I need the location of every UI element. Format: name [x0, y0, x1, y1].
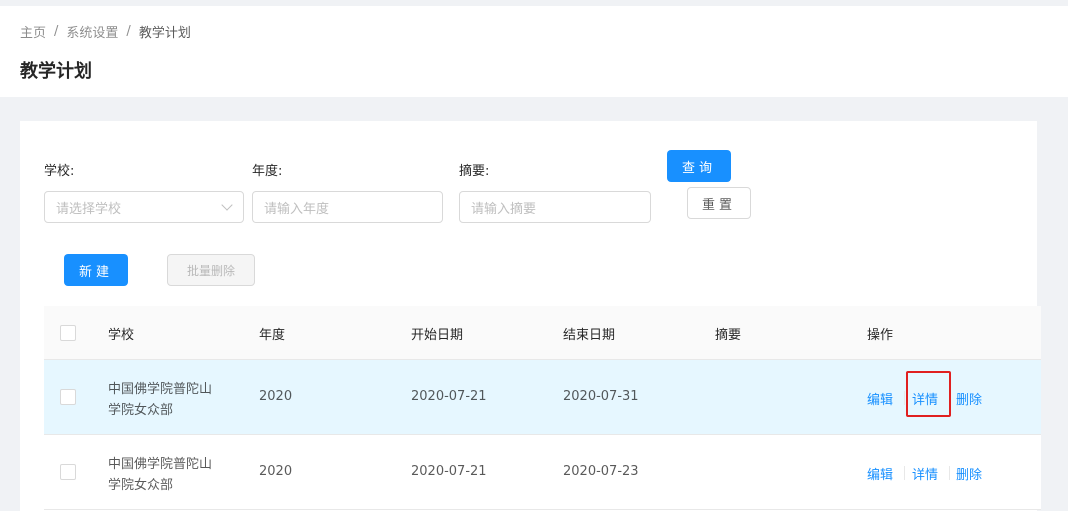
edit-link[interactable]: 编辑 — [867, 464, 893, 483]
action-divider — [904, 466, 905, 480]
cell-end-date: 2020-07-31 — [563, 389, 639, 404]
reset-button[interactable]: 重置 — [687, 187, 751, 219]
column-header-actions: 操作 — [867, 328, 894, 343]
table-header: 学校 年度 开始日期 结束日期 摘要 操作 — [44, 306, 1041, 360]
column-header-summary: 摘要 — [715, 328, 742, 343]
annotation-highlight-box — [906, 371, 951, 417]
summary-input[interactable]: 请输入摘要 — [459, 191, 651, 223]
select-all-checkbox[interactable] — [60, 325, 76, 341]
delete-link[interactable]: 删除 — [956, 464, 982, 483]
year-input-placeholder: 请输入年度 — [264, 201, 330, 217]
column-header-start-date: 开始日期 — [411, 328, 464, 343]
query-button[interactable]: 查询 — [667, 150, 731, 182]
chevron-down-icon — [221, 199, 233, 211]
breadcrumb-separator: / — [126, 24, 131, 39]
column-header-end-date: 结束日期 — [563, 328, 616, 343]
column-header-year: 年度 — [259, 328, 286, 343]
summary-label: 摘要: — [459, 164, 490, 179]
breadcrumb-separator: / — [54, 24, 59, 39]
content-card: 学校: 请选择学校 年度: 请输入年度 摘要: 请输入摘要 查询 重置 新建 批… — [20, 121, 1041, 511]
edit-link[interactable]: 编辑 — [867, 389, 893, 408]
cell-school-line1: 中国佛学院普陀山 — [108, 457, 213, 472]
column-header-school: 学校 — [108, 328, 135, 343]
breadcrumb-current: 教学计划 — [138, 26, 191, 41]
breadcrumb-home[interactable]: 主页 — [20, 22, 46, 41]
row-checkbox[interactable] — [60, 464, 76, 480]
cell-school-line1: 中国佛学院普陀山 — [108, 382, 213, 397]
page-header: 主页 / 系统设置 / 教学计划 教学计划 — [0, 6, 1068, 97]
table-row: 中国佛学院普陀山 学院女众部 2020 2020-07-21 2020-07-3… — [44, 360, 1041, 435]
cell-start-date: 2020-07-21 — [411, 464, 487, 479]
new-button[interactable]: 新建 — [64, 254, 128, 286]
summary-input-placeholder: 请输入摘要 — [471, 201, 537, 217]
cell-year: 2020 — [259, 464, 293, 479]
delete-link[interactable]: 删除 — [956, 389, 982, 408]
cell-school-line2: 学院女众部 — [108, 403, 174, 418]
breadcrumb: 主页 / 系统设置 / 教学计划 — [20, 22, 191, 41]
school-label: 学校: — [44, 164, 75, 179]
row-checkbox[interactable] — [60, 389, 76, 405]
year-label: 年度: — [252, 164, 283, 179]
cell-school-line2: 学院女众部 — [108, 478, 174, 493]
cell-end-date: 2020-07-23 — [563, 464, 639, 479]
school-select-placeholder: 请选择学校 — [56, 201, 122, 217]
cell-start-date: 2020-07-21 — [411, 389, 487, 404]
batch-delete-button[interactable]: 批量删除 — [167, 254, 255, 286]
action-divider — [949, 466, 950, 480]
action-divider — [904, 391, 905, 405]
breadcrumb-system-settings[interactable]: 系统设置 — [66, 22, 118, 41]
details-link[interactable]: 详情 — [912, 464, 938, 483]
school-select[interactable]: 请选择学校 — [44, 191, 244, 223]
table-row: 中国佛学院普陀山 学院女众部 2020 2020-07-21 2020-07-2… — [44, 435, 1041, 510]
page-title: 教学计划 — [20, 61, 92, 82]
year-input[interactable]: 请输入年度 — [252, 191, 443, 223]
cell-year: 2020 — [259, 389, 293, 404]
